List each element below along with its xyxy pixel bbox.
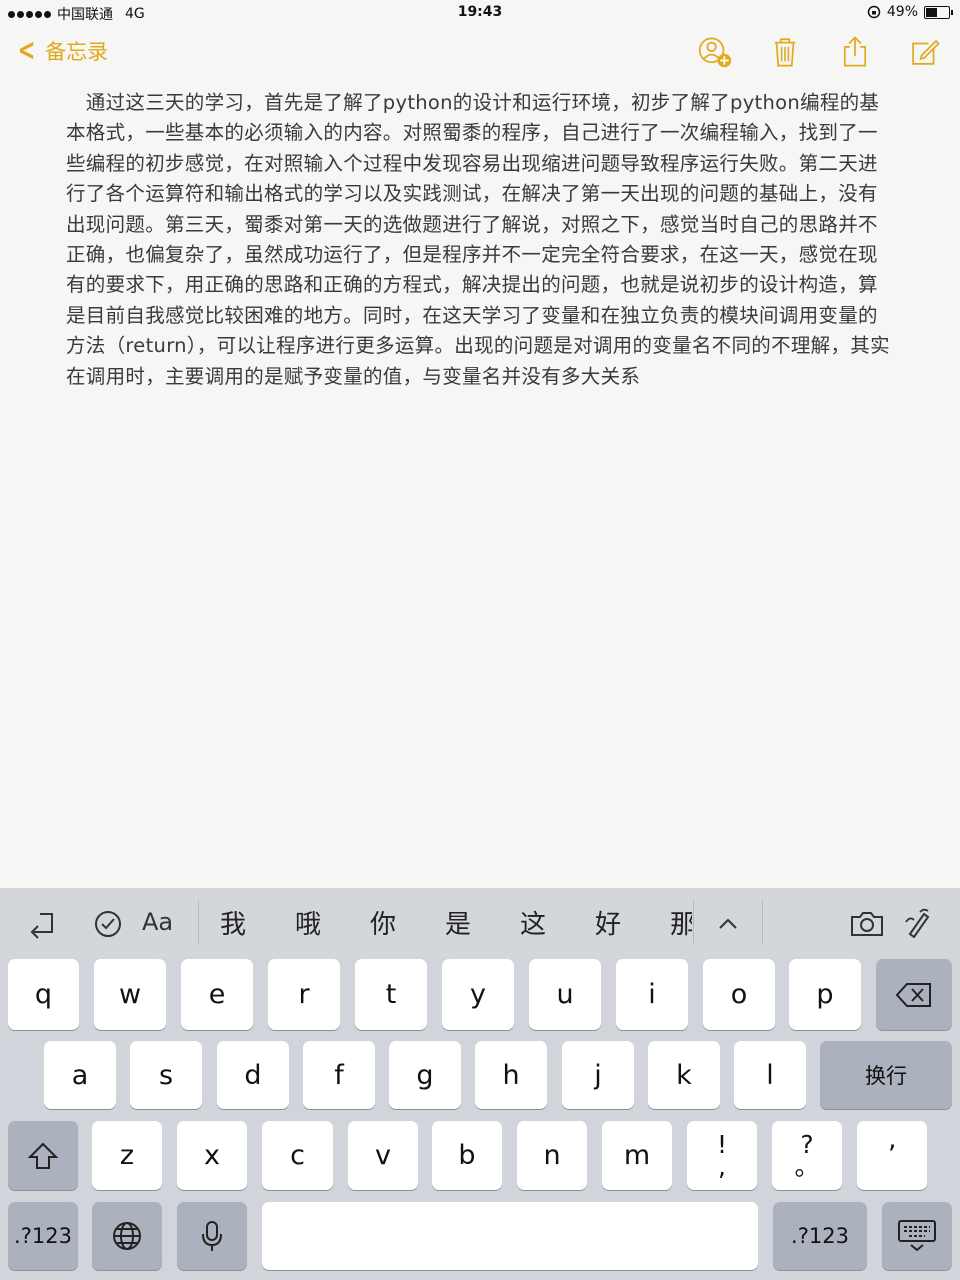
shift-key[interactable] [8, 1121, 78, 1190]
dictation-key[interactable] [177, 1202, 247, 1270]
backspace-icon [895, 982, 931, 1007]
status-bar: 中国联通 4G 19:43 49% [0, 0, 960, 26]
key-q[interactable]: q [8, 959, 79, 1030]
key-l[interactable]: l [734, 1041, 806, 1109]
key-z[interactable]: z [92, 1121, 162, 1190]
key-t[interactable]: t [355, 959, 427, 1030]
key-g[interactable]: g [389, 1041, 461, 1109]
key-m[interactable]: m [602, 1121, 672, 1190]
key-y[interactable]: y [442, 959, 514, 1030]
key-w[interactable]: w [94, 959, 166, 1030]
back-button[interactable]: < 备忘录 [14, 36, 108, 66]
battery-icon [924, 5, 953, 19]
sketch-icon[interactable] [904, 908, 934, 938]
nav-actions [698, 32, 942, 72]
key-r[interactable]: r [268, 959, 340, 1030]
suggestion-6[interactable]: 好 [595, 904, 621, 941]
add-person-icon[interactable] [698, 32, 732, 72]
shift-icon [27, 1142, 59, 1169]
note-body[interactable]: 通过这三天的学习，首先是了解了python的设计和运行环境，初步了解了pytho… [66, 88, 896, 392]
key-h[interactable]: h [475, 1041, 547, 1109]
key-question-period[interactable]: ? 。 [772, 1121, 842, 1190]
key-s[interactable]: s [130, 1041, 202, 1109]
key-question-period-labels: ? 。 [794, 1132, 820, 1181]
key-apostrophe[interactable]: ’ [857, 1121, 927, 1190]
numbers-key-left[interactable]: .?123 [8, 1202, 78, 1270]
clock: 19:43 [457, 4, 503, 20]
key-v[interactable]: v [348, 1121, 418, 1190]
suggestion-bar: Aa 我 哦 你 是 这 好 那 [0, 888, 960, 958]
suggestion-4[interactable]: 是 [445, 904, 471, 941]
keyboard-dismiss-icon [898, 1220, 936, 1252]
key-i[interactable]: i [616, 959, 688, 1030]
chevron-up-icon[interactable] [716, 912, 740, 936]
key-bottom-label: 。 [794, 1151, 820, 1181]
compose-icon[interactable] [908, 32, 942, 72]
divider [198, 900, 199, 944]
key-x[interactable]: x [177, 1121, 247, 1190]
key-a[interactable]: a [44, 1041, 116, 1109]
key-j[interactable]: j [562, 1041, 634, 1109]
status-right: 49% [867, 4, 953, 20]
space-key[interactable] [262, 1202, 758, 1270]
numbers-key-right[interactable]: .?123 [773, 1202, 867, 1270]
trash-icon[interactable] [768, 32, 802, 72]
key-c[interactable]: c [262, 1121, 333, 1190]
globe-icon [113, 1222, 141, 1250]
back-label: 备忘录 [45, 40, 109, 64]
key-u[interactable]: u [529, 959, 601, 1030]
divider [693, 900, 694, 944]
key-exclaim-comma[interactable]: ! , [687, 1121, 757, 1190]
return-key[interactable]: 换行 [820, 1041, 952, 1109]
key-b[interactable]: b [432, 1121, 502, 1190]
suggestion-5[interactable]: 这 [520, 904, 546, 941]
globe-key[interactable] [92, 1202, 162, 1270]
key-e[interactable]: e [181, 959, 253, 1030]
keyboard: Aa 我 哦 你 是 这 好 那 q w e r t y u i o p a s… [0, 888, 960, 1280]
camera-icon[interactable] [850, 910, 884, 938]
chevron-left-icon: < [17, 33, 36, 68]
hide-keyboard-key[interactable] [882, 1202, 952, 1270]
suggestion-1[interactable]: 我 [220, 904, 246, 941]
suggestion-3[interactable]: 你 [370, 904, 396, 941]
share-icon[interactable] [838, 32, 872, 72]
key-k[interactable]: k [648, 1041, 720, 1109]
checklist-icon[interactable] [92, 908, 124, 940]
nav-bar: < 备忘录 [0, 26, 960, 84]
microphone-icon [202, 1221, 222, 1251]
battery-percent: 49% [886, 4, 918, 20]
key-exclaim-comma-labels: ! , [717, 1132, 727, 1181]
key-d[interactable]: d [217, 1041, 289, 1109]
undo-icon[interactable] [26, 908, 58, 940]
key-n[interactable]: n [517, 1121, 587, 1190]
delete-key[interactable] [876, 959, 952, 1030]
rotation-lock-icon [867, 5, 881, 19]
suggestion-7[interactable]: 那 [670, 904, 692, 941]
key-bottom-label: , [718, 1151, 726, 1181]
divider [762, 900, 763, 944]
suggestion-2[interactable]: 哦 [295, 904, 321, 941]
key-o[interactable]: o [703, 959, 775, 1030]
format-button[interactable]: Aa [142, 908, 173, 936]
key-p[interactable]: p [789, 959, 861, 1030]
key-f[interactable]: f [303, 1041, 375, 1109]
